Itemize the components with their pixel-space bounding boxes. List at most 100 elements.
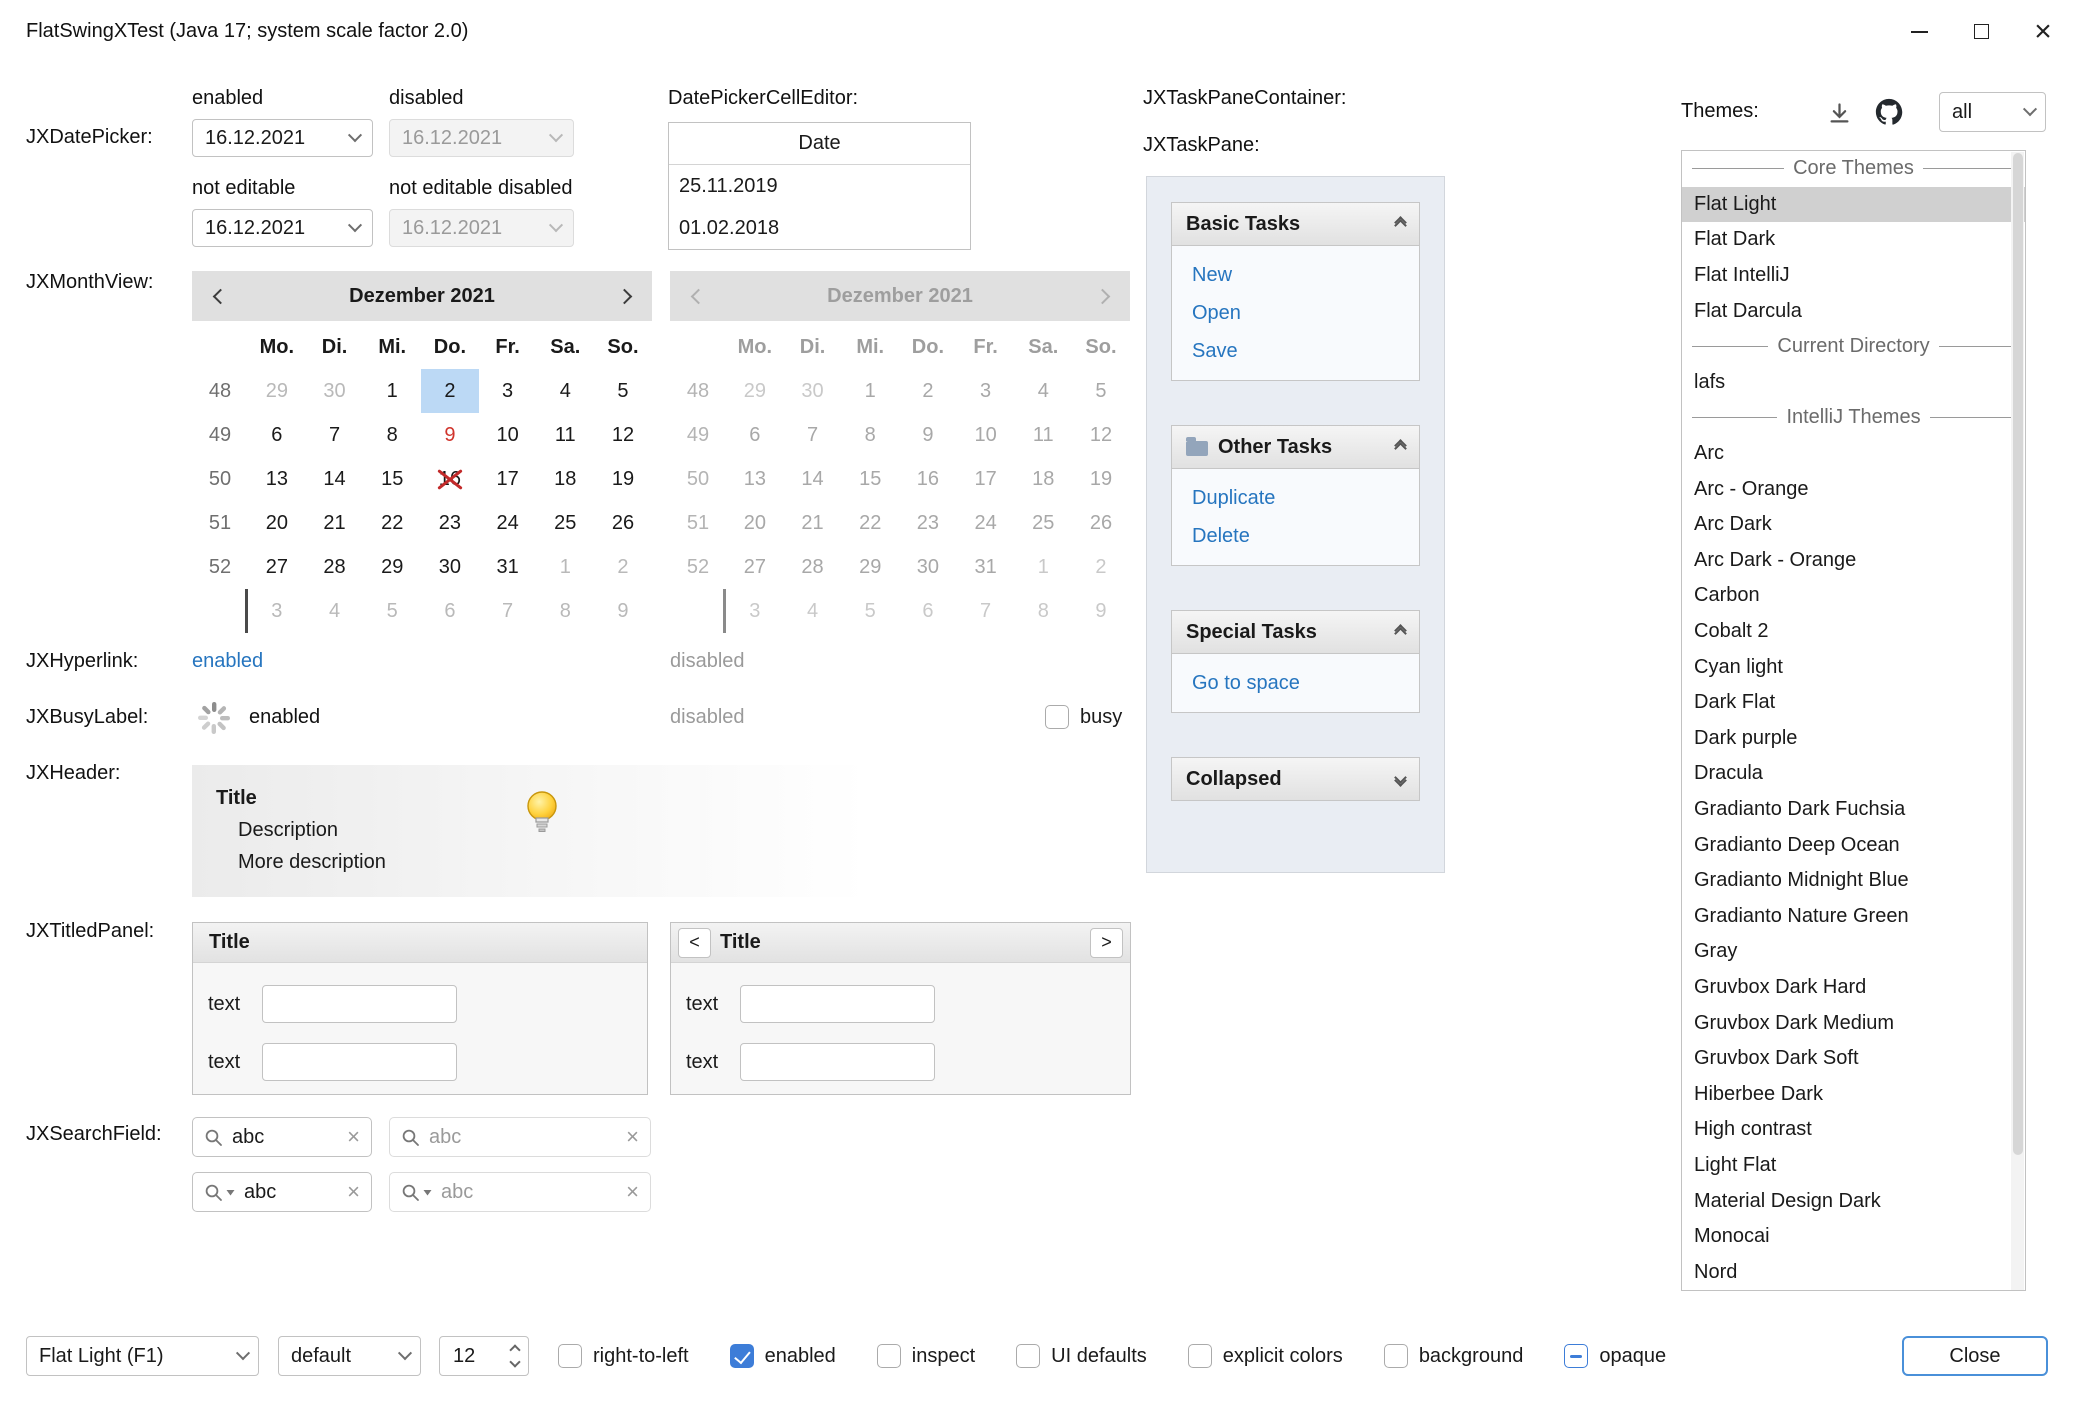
calendar-day[interactable]: 2	[421, 369, 479, 413]
expand-chevron-icon[interactable]	[1396, 776, 1405, 782]
calendar-day[interactable]: 6	[248, 413, 306, 457]
calendar-day[interactable]: 5	[363, 589, 421, 633]
calendar-day[interactable]: 26	[594, 501, 652, 545]
search-field[interactable]: abc×	[192, 1172, 372, 1212]
chevron-down-icon[interactable]	[348, 128, 362, 142]
collapse-chevron-icon[interactable]	[1396, 444, 1405, 450]
theme-item[interactable]: Arc Dark - Orange	[1682, 543, 2025, 579]
scrollbar-thumb[interactable]	[2013, 153, 2023, 1155]
calendar-day[interactable]: 10	[479, 413, 537, 457]
calendar-day[interactable]: 2	[594, 545, 652, 589]
theme-item[interactable]: Flat Darcula	[1682, 293, 2025, 329]
text-input[interactable]	[262, 1043, 457, 1081]
theme-item[interactable]: Monocai	[1682, 1219, 2025, 1255]
calendar-day[interactable]: 30	[306, 369, 364, 413]
calendar-day[interactable]: 25	[536, 501, 594, 545]
panel-right-button[interactable]: >	[1090, 928, 1123, 958]
theme-item[interactable]: Gruvbox Dark Soft	[1682, 1041, 2025, 1077]
calendar-day[interactable]: 19	[594, 457, 652, 501]
theme-item[interactable]: Arc Dark	[1682, 507, 2025, 543]
theme-item[interactable]: Dark Flat	[1682, 685, 2025, 721]
checkbox-box[interactable]	[1384, 1344, 1408, 1368]
calendar-day[interactable]: 3	[479, 369, 537, 413]
calendar-day[interactable]: 22	[363, 501, 421, 545]
calendar-day[interactable]: 8	[363, 413, 421, 457]
busy-checkbox[interactable]: busy	[1045, 705, 1122, 729]
table-row[interactable]: 01.02.2018	[669, 207, 970, 249]
calendar-day[interactable]: 14	[306, 457, 364, 501]
task-link[interactable]: Save	[1172, 332, 1419, 370]
task-link[interactable]: Go to space	[1172, 664, 1419, 702]
chevron-up-icon[interactable]	[509, 1344, 520, 1355]
calendar-day[interactable]: 12	[594, 413, 652, 457]
task-pane-header[interactable]: Collapsed	[1171, 757, 1420, 801]
calendar-day[interactable]: 31	[479, 545, 537, 589]
calendar-day[interactable]: 30	[421, 545, 479, 589]
themes-scrollbar[interactable]	[2011, 152, 2024, 1291]
date-picker-enabled[interactable]: 16.12.2021	[192, 119, 373, 157]
theme-item[interactable]: High contrast	[1682, 1112, 2025, 1148]
font-size-spinner[interactable]: 12	[439, 1336, 529, 1376]
text-input[interactable]	[262, 985, 457, 1023]
table-header-date[interactable]: Date	[669, 123, 970, 165]
style-combo[interactable]: default	[278, 1336, 421, 1376]
date-picker-not-editable[interactable]: 16.12.2021	[192, 209, 373, 247]
task-link[interactable]: Open	[1172, 294, 1419, 332]
calendar-day[interactable]: 13	[248, 457, 306, 501]
theme-item[interactable]: Flat IntelliJ	[1682, 258, 2025, 294]
calendar-day[interactable]: 15	[363, 457, 421, 501]
calendar-day[interactable]: 7	[306, 413, 364, 457]
theme-item[interactable]: Arc	[1682, 436, 2025, 472]
theme-item[interactable]: lafs	[1682, 365, 2025, 401]
theme-item[interactable]: Flat Dark	[1682, 222, 2025, 258]
text-input[interactable]	[740, 1043, 935, 1081]
collapse-chevron-icon[interactable]	[1396, 629, 1405, 635]
task-link[interactable]: Duplicate	[1172, 479, 1419, 517]
theme-item[interactable]: Nord	[1682, 1254, 2025, 1290]
calendar-day[interactable]: 1	[363, 369, 421, 413]
themes-filter-combo[interactable]: all	[1939, 92, 2046, 132]
close-button[interactable]: Close	[1902, 1336, 2048, 1376]
calendar-day[interactable]: 9	[594, 589, 652, 633]
search-field[interactable]: abc×	[192, 1117, 372, 1157]
checkbox-background[interactable]: background	[1384, 1344, 1524, 1368]
checkbox-box[interactable]	[558, 1344, 582, 1368]
calendar-day[interactable]: 28	[306, 545, 364, 589]
panel-left-button[interactable]: <	[678, 928, 711, 958]
clear-icon[interactable]: ×	[347, 1181, 360, 1203]
checkbox-box[interactable]	[877, 1344, 901, 1368]
theme-item[interactable]: Gradianto Nature Green	[1682, 898, 2025, 934]
calendar-day[interactable]: 4	[536, 369, 594, 413]
calendar-day[interactable]: 29	[248, 369, 306, 413]
close-window-button[interactable]: ×	[2012, 0, 2074, 63]
theme-item[interactable]: Dark purple	[1682, 721, 2025, 757]
calendar-day[interactable]: 1	[536, 545, 594, 589]
checkbox-box[interactable]	[1045, 705, 1069, 729]
theme-item[interactable]: Hiberbee Dark	[1682, 1076, 2025, 1112]
task-pane-header[interactable]: Basic Tasks	[1171, 202, 1420, 246]
calendar-day[interactable]: 4	[306, 589, 364, 633]
theme-item[interactable]: Gradianto Deep Ocean	[1682, 827, 2025, 863]
theme-item[interactable]: Gradianto Dark Fuchsia	[1682, 792, 2025, 828]
chevron-down-icon[interactable]	[348, 218, 362, 232]
checkbox-box[interactable]	[1188, 1344, 1212, 1368]
calendar-day[interactable]: 16	[421, 457, 479, 501]
theme-item[interactable]: Cobalt 2	[1682, 614, 2025, 650]
calendar-day[interactable]: 7	[479, 589, 537, 633]
theme-item[interactable]: Material Design Dark	[1682, 1183, 2025, 1219]
spinner-arrows[interactable]	[511, 1346, 528, 1366]
theme-item[interactable]: Flat Light	[1682, 187, 2025, 223]
theme-item[interactable]: Dracula	[1682, 756, 2025, 792]
hyperlink-enabled[interactable]: enabled	[192, 650, 263, 673]
text-input[interactable]	[740, 985, 935, 1023]
theme-item[interactable]: Gradianto Midnight Blue	[1682, 863, 2025, 899]
calendar-day[interactable]: 24	[479, 501, 537, 545]
chevron-down-icon[interactable]	[509, 1356, 520, 1367]
calendar-day[interactable]: 5	[594, 369, 652, 413]
theme-item[interactable]: Gray	[1682, 934, 2025, 970]
calendar-day[interactable]: 9	[421, 413, 479, 457]
maximize-button[interactable]	[1950, 0, 2012, 63]
checkbox-ui-defaults[interactable]: UI defaults	[1016, 1344, 1147, 1368]
calendar-day[interactable]: 18	[536, 457, 594, 501]
checkbox-box[interactable]	[1564, 1344, 1588, 1368]
